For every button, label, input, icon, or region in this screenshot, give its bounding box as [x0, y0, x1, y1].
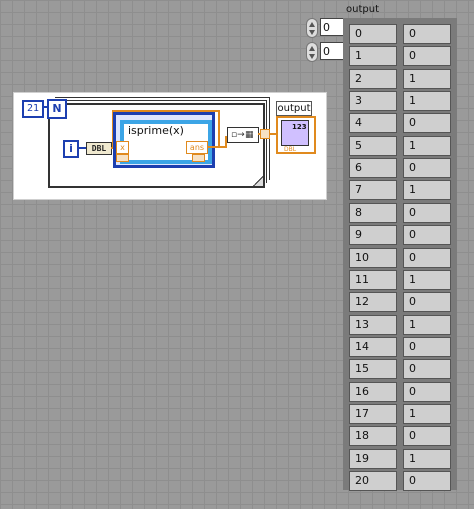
array-cell-value[interactable]: 1	[403, 448, 451, 469]
array-cell-value[interactable]: 0	[403, 113, 451, 134]
array-cell-value[interactable]: 0	[403, 247, 451, 268]
table-row: 90	[349, 225, 451, 246]
x-input-terminal[interactable]: x	[116, 141, 129, 154]
array-cell-value[interactable]: 1	[403, 403, 451, 424]
array-cell-value[interactable]: 0	[403, 359, 451, 380]
array-cell-value[interactable]: 0	[403, 471, 451, 491]
table-row: 12 0	[349, 292, 451, 313]
array-cell-value[interactable]: 1	[403, 314, 451, 335]
table-row: 13 1	[349, 314, 451, 335]
array-cell-value[interactable]: 0	[403, 24, 451, 44]
table-row: 51	[349, 135, 451, 156]
array-cell-value[interactable]: 1	[403, 68, 451, 89]
array-cell-value[interactable]: 1	[403, 91, 451, 112]
output-array[interactable]: 0 0 1 0 2 1 3 1 4 0 5 1 6 0 7 1 8 0 9 0 10 0 11 1 12 0 13 1 14 0 15 0 16…	[343, 18, 457, 491]
array-cell-index[interactable]: 0	[349, 24, 397, 44]
error-terminal	[192, 154, 205, 162]
array-cell-index[interactable]: 17	[349, 403, 397, 424]
array-cell-index[interactable]: 7	[349, 180, 397, 201]
array-cell-index[interactable]: 19	[349, 448, 397, 469]
build-array-node[interactable]: ▫→ ▦	[227, 127, 259, 143]
for-loop-fold	[253, 176, 263, 186]
array-cell-value[interactable]: 0	[403, 292, 451, 313]
array-cell-index[interactable]: 8	[349, 202, 397, 223]
array-cell-value[interactable]: 0	[403, 225, 451, 246]
loop-count-terminal[interactable]: N	[47, 99, 67, 119]
array-cell-index[interactable]: 5	[349, 135, 397, 156]
table-row: 11 1	[349, 269, 451, 290]
array-cell-value[interactable]: 0	[403, 158, 451, 179]
array-cell-index[interactable]: 4	[349, 113, 397, 134]
index-spinner-icon[interactable]	[306, 42, 318, 62]
ans-output-terminal[interactable]: ans	[186, 141, 208, 154]
array-cell-index[interactable]: 14	[349, 336, 397, 357]
table-row: 16 0	[349, 381, 451, 402]
array-cell-value[interactable]: 1	[403, 180, 451, 201]
error-terminal	[116, 154, 129, 162]
array-label: output	[346, 4, 379, 15]
array-cell-index[interactable]: 11	[349, 269, 397, 290]
table-row: 80	[349, 202, 451, 223]
output-type-label: 123	[292, 123, 307, 131]
table-row: 15 0	[349, 359, 451, 380]
array-cell-value[interactable]: 1	[403, 269, 451, 290]
iteration-terminal[interactable]: i	[63, 140, 79, 158]
table-row: 18 0	[349, 426, 451, 447]
wire-ans	[207, 146, 227, 148]
mathscript-code[interactable]: isprime(x)	[128, 124, 184, 137]
array-index-control-column[interactable]: 0	[306, 42, 346, 62]
array-cell-value[interactable]: 0	[403, 426, 451, 447]
array-cell-value[interactable]: 0	[403, 46, 451, 67]
table-row: 14 0	[349, 336, 451, 357]
array-index-control-row[interactable]: 0	[306, 18, 346, 38]
array-cell-index[interactable]: 3	[349, 91, 397, 112]
array-cell-index[interactable]: 1	[349, 46, 397, 67]
array-cell-index[interactable]: 13	[349, 314, 397, 335]
table-row: 71	[349, 180, 451, 201]
array-cell-index[interactable]: 12	[349, 292, 397, 313]
array-cell-index[interactable]: 20	[349, 471, 397, 491]
wire-i	[78, 147, 86, 149]
table-row: 21	[349, 68, 451, 89]
table-row: 31	[349, 91, 451, 112]
array-cell-index[interactable]: 2	[349, 68, 397, 89]
to-double-node[interactable]: DBL	[86, 142, 112, 155]
table-row: 10 0	[349, 247, 451, 268]
table-row: 17 1	[349, 403, 451, 424]
n-constant[interactable]: 21	[22, 100, 44, 118]
table-row: 19 1	[349, 448, 451, 469]
array-cell-index[interactable]: 6	[349, 158, 397, 179]
output-indicator-label: output	[276, 101, 312, 116]
array-cell-index[interactable]: 18	[349, 426, 397, 447]
array-cell-index[interactable]: 15	[349, 359, 397, 380]
table-row: 00	[349, 24, 451, 44]
index-spinner-icon[interactable]	[306, 18, 318, 38]
table-row: 10	[349, 46, 451, 67]
array-cell-index[interactable]: 16	[349, 381, 397, 402]
table-row: 60	[349, 158, 451, 179]
table-row: 40	[349, 113, 451, 134]
output-dbl-label: DBL	[284, 146, 297, 153]
array-grid-icon: ▦	[245, 130, 254, 140]
loop-tunnel	[260, 129, 270, 139]
output-indicator-icon: 123	[281, 120, 309, 146]
table-row: 20 0	[349, 471, 451, 491]
array-cell-index[interactable]: 10	[349, 247, 397, 268]
array-cell-value[interactable]: 0	[403, 381, 451, 402]
array-cell-value[interactable]: 0	[403, 202, 451, 223]
array-cell-value[interactable]: 1	[403, 135, 451, 156]
array-cell-index[interactable]: 9	[349, 225, 397, 246]
build-array-icon: ▫→	[231, 130, 245, 140]
array-cell-value[interactable]: 0	[403, 336, 451, 357]
